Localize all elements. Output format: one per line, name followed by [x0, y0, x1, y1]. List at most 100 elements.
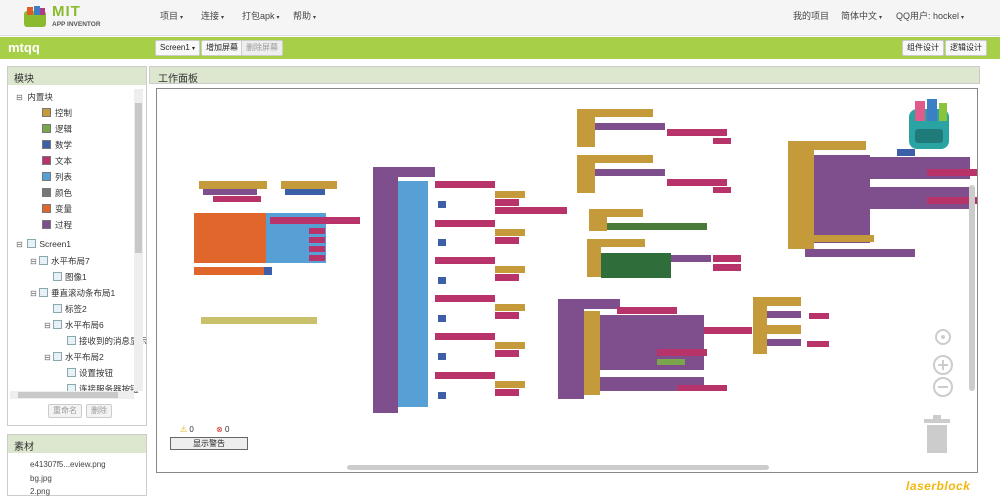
block-small-events[interactable]	[753, 297, 829, 354]
component-item[interactable]: 标签2	[44, 303, 87, 317]
builtin-item[interactable]: 文本	[42, 155, 72, 169]
zoom-in-icon[interactable]	[933, 355, 953, 375]
collapse-icon[interactable]: ⊟	[44, 353, 53, 362]
error-indicator: ⊗ 0	[216, 425, 230, 434]
collapse-icon[interactable]: ⊟	[16, 93, 25, 102]
collapse-icon[interactable]: ⊟	[30, 257, 39, 266]
logo-icon	[24, 6, 46, 27]
screen-select[interactable]: Screen1 ▾	[155, 40, 201, 56]
workspace-title: 工作面板	[149, 66, 980, 85]
block-unsubscribe[interactable]	[788, 141, 977, 257]
user-menu[interactable]: QQ用户: hockel ▾	[896, 9, 964, 22]
project-name: mtqq	[8, 40, 40, 55]
language-menu[interactable]: 简体中文 ▾	[841, 9, 882, 22]
category-swatch-icon	[42, 172, 51, 181]
blocks-scrollbar-thumb[interactable]	[135, 103, 142, 253]
component-icon	[53, 320, 62, 329]
workspace-hscroll[interactable]	[347, 465, 769, 470]
blocks-hscrollbar[interactable]	[10, 391, 134, 399]
component-item[interactable]: 图像1	[44, 271, 87, 285]
category-swatch-icon	[42, 156, 51, 165]
workspace-vscroll[interactable]	[969, 185, 975, 391]
block-publish[interactable]	[558, 299, 752, 399]
component-item[interactable]: 设置按钮	[58, 367, 113, 381]
chevron-down-icon: ▾	[192, 46, 196, 52]
category-swatch-icon	[42, 124, 51, 133]
block-procedure-subscribe[interactable]	[373, 167, 567, 413]
category-swatch-icon	[42, 220, 51, 229]
media-file[interactable]: 2.png	[30, 487, 50, 496]
blocks-scrollbar[interactable]	[134, 89, 143, 391]
builtin-item[interactable]: 列表	[42, 171, 72, 185]
component-icon	[67, 336, 76, 345]
builtin-item[interactable]: 颜色	[42, 187, 72, 201]
zoom-out-icon[interactable]	[933, 377, 953, 397]
component-icon	[53, 352, 62, 361]
add-screen-button[interactable]: 增加屏幕	[201, 40, 243, 56]
delete-button[interactable]: 删除	[86, 404, 112, 418]
block-connection-lost[interactable]	[577, 109, 731, 193]
category-swatch-icon	[42, 188, 51, 197]
collapse-icon[interactable]: ⊟	[44, 321, 53, 330]
media-panel: 素材 e41307f5...eview.png bg.jpg 2.png	[7, 434, 147, 496]
media-panel-title: 素材	[8, 435, 146, 453]
block-comment[interactable]	[201, 317, 317, 324]
component-icon	[39, 256, 48, 265]
component-icon	[67, 368, 76, 377]
designer-button[interactable]: 组件设计	[902, 40, 944, 56]
builtin-item[interactable]: 变量	[42, 203, 72, 217]
media-file[interactable]: e41307f5...eview.png	[30, 460, 106, 469]
builtin-item[interactable]: 逻辑	[42, 123, 72, 137]
collapse-icon[interactable]: ⊟	[30, 289, 39, 298]
collapse-icon[interactable]: ⊟	[16, 240, 25, 249]
component-item[interactable]: ⊟ 水平布局2	[44, 351, 104, 365]
show-warnings-button[interactable]: 显示警告	[170, 437, 248, 450]
tree-screen1[interactable]: ⊟ Screen1	[16, 239, 71, 253]
logo-subtitle: APP INVENTOR	[52, 21, 101, 28]
chevron-down-icon: ▾	[313, 15, 317, 21]
component-item[interactable]: ⊟ 垂直滚动条布局1	[30, 287, 115, 301]
builtin-item[interactable]: 控制	[42, 107, 72, 121]
blocks-panel: 模块 ⊟ 内置块 控制 逻辑 数学 文本 列表 颜色 变量 过程 ⊟ Screen1 ⊟ 水平布…	[7, 66, 147, 426]
component-icon	[39, 288, 48, 297]
top-bar: MIT APP INVENTOR 项目 ▾ 连接 ▾ 打包apk ▾ 帮助 ▾ 我的项目…	[0, 0, 1000, 36]
trash-icon[interactable]	[924, 415, 950, 453]
category-swatch-icon	[42, 108, 51, 117]
logo-title: MIT	[52, 3, 81, 20]
builtin-item[interactable]: 过程	[42, 219, 72, 233]
warning-indicator: ⚠ 0	[180, 425, 194, 434]
error-icon: ⊗	[216, 425, 223, 434]
blocks-editor-button[interactable]: 逻辑设计	[945, 40, 987, 56]
chevron-down-icon: ▾	[879, 15, 883, 21]
blocks-hscrollbar-thumb[interactable]	[18, 392, 118, 398]
backpack-icon[interactable]	[909, 99, 949, 149]
watermark-logo: laserblock	[906, 479, 971, 493]
chevron-down-icon: ▾	[180, 15, 184, 21]
menu-project[interactable]: 项目 ▾	[160, 9, 183, 22]
block-screen-init[interactable]	[199, 181, 337, 202]
chevron-down-icon: ▾	[221, 15, 225, 21]
remove-screen-button[interactable]: 删除屏幕	[241, 40, 283, 56]
menu-build[interactable]: 打包apk ▾	[242, 9, 280, 22]
recenter-icon[interactable]	[935, 329, 951, 345]
tree-builtin[interactable]: ⊟ 内置块	[16, 91, 53, 105]
screen-icon	[27, 239, 37, 248]
component-item[interactable]: ⊟ 水平布局7	[30, 255, 90, 269]
category-swatch-icon	[42, 140, 51, 149]
menu-connect[interactable]: 连接 ▾	[201, 9, 224, 22]
builtin-item[interactable]: 数学	[42, 139, 72, 153]
blocks-canvas[interactable]	[157, 89, 978, 473]
warning-icon: ⚠	[180, 425, 188, 434]
block-connected[interactable]	[587, 209, 741, 278]
category-swatch-icon	[42, 204, 51, 213]
component-item[interactable]: ⊟ 水平布局6	[44, 319, 104, 333]
rename-button[interactable]: 重命名	[48, 404, 82, 418]
menu-help[interactable]: 帮助 ▾	[293, 9, 316, 22]
block-global-var[interactable]	[194, 213, 360, 275]
my-projects-link[interactable]: 我的项目	[793, 9, 829, 22]
blocks-workspace[interactable]	[156, 88, 978, 473]
component-icon	[53, 272, 62, 281]
chevron-down-icon: ▾	[276, 15, 280, 21]
app-inventor-logo[interactable]: MIT APP INVENTOR	[22, 3, 112, 33]
media-file[interactable]: bg.jpg	[30, 474, 52, 483]
